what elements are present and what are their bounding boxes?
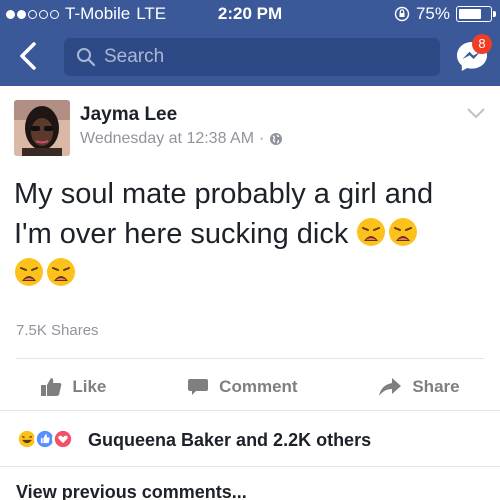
- post-actions: Like Comment Share: [0, 372, 500, 402]
- back-arrow-icon[interactable]: [14, 38, 44, 74]
- divider: [16, 358, 484, 359]
- weary-face-emoji-icon: [47, 258, 75, 286]
- share-button[interactable]: Share: [378, 372, 460, 402]
- comment-icon: [188, 379, 209, 395]
- search-placeholder: Search: [104, 46, 165, 67]
- battery-info: 75%: [394, 4, 496, 24]
- post-text-line-1: My soul mate probably a girl and: [14, 178, 434, 210]
- weary-face-emoji-icon: [15, 258, 43, 286]
- love-reaction-icon: [52, 428, 74, 450]
- view-previous-comments-link[interactable]: View previous comments...: [16, 482, 247, 500]
- post-text: My soul mate probably a girl and I'm ove…: [14, 174, 490, 294]
- post-text-line-2-wrap: I'm over here sucking dick: [14, 214, 490, 254]
- search-icon: [77, 48, 96, 67]
- comment-label: Comment: [219, 377, 298, 396]
- battery-icon: [456, 6, 496, 22]
- avatar-photo: [14, 100, 70, 156]
- like-label: Like: [72, 377, 107, 396]
- like-button[interactable]: Like: [40, 372, 106, 402]
- status-bar: T-Mobile LTE 2:20 PM 75%: [0, 0, 500, 28]
- divider: [0, 410, 500, 411]
- globe-icon: [270, 133, 283, 145]
- weary-face-emoji-icon: [357, 218, 386, 246]
- thumbs-up-icon: [41, 378, 62, 396]
- post-meta: Wednesday at 12:38 AM ·: [80, 130, 283, 148]
- share-arrow-icon: [379, 378, 402, 396]
- reaction-icons[interactable]: [16, 428, 74, 450]
- search-input[interactable]: Search: [64, 38, 440, 76]
- weary-face-emoji-icon: [389, 218, 418, 246]
- meta-separator: ·: [259, 130, 265, 147]
- post-text-line-3: [14, 254, 490, 294]
- comment-button[interactable]: Comment: [187, 372, 298, 402]
- author-avatar[interactable]: [14, 100, 70, 156]
- post-options-chevron-icon[interactable]: [466, 106, 486, 120]
- author-name[interactable]: Jayma Lee: [80, 104, 177, 126]
- messenger-badge[interactable]: 8: [472, 34, 492, 54]
- orientation-lock-icon: [394, 6, 410, 22]
- divider: [0, 466, 500, 467]
- battery-level: [459, 9, 481, 19]
- post-text-line-2: I'm over here sucking dick: [14, 218, 349, 250]
- reactions-summary[interactable]: Guqueena Baker and 2.2K others: [88, 430, 371, 451]
- post-timestamp[interactable]: Wednesday at 12:38 AM: [80, 130, 254, 148]
- shares-count[interactable]: 7.5K Shares: [16, 322, 99, 339]
- battery-percent: 75%: [415, 4, 450, 23]
- share-label: Share: [412, 377, 460, 396]
